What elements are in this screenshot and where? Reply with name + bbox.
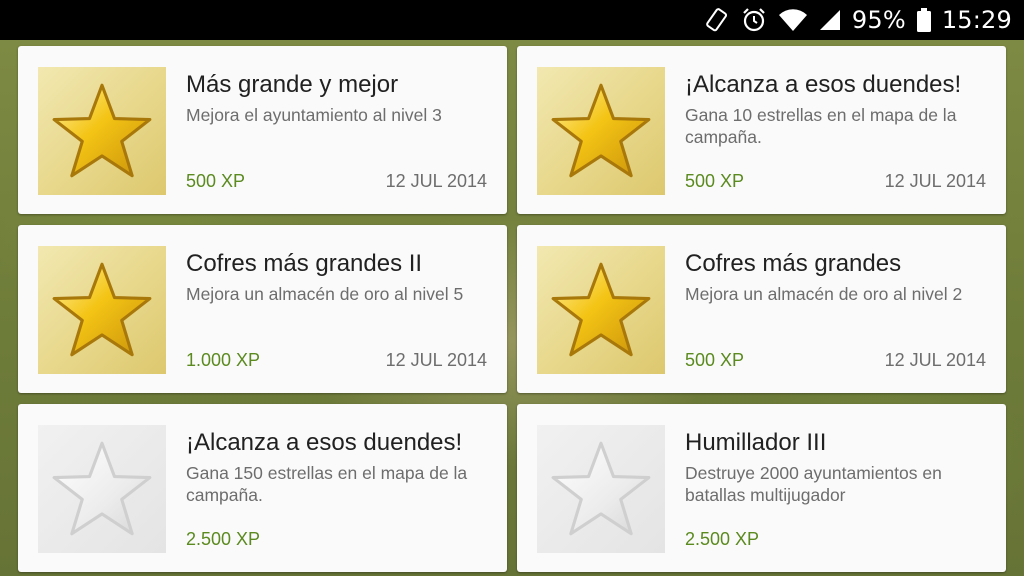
achievement-title: Cofres más grandes	[685, 250, 902, 277]
clock: 15:29	[941, 6, 1012, 34]
achievement-title: ¡Alcanza a esos duendes!	[186, 429, 463, 456]
gold-star-icon	[52, 83, 152, 178]
achievement-thumbnail	[537, 425, 665, 553]
achievement-title: ¡Alcanza a esos duendes!	[685, 71, 962, 98]
achievement-card[interactable]: Más grande y mejor Mejora el ayuntamient…	[18, 46, 507, 214]
screen-rotation-icon	[704, 7, 730, 33]
gold-star-icon	[551, 262, 651, 357]
signal-icon	[818, 8, 842, 32]
achievements-grid: Más grande y mejor Mejora el ayuntamient…	[18, 46, 1006, 572]
achievement-thumbnail	[537, 246, 665, 374]
achievement-date: 12 JUL 2014	[385, 171, 487, 191]
achievement-xp: 2.500 XP	[186, 529, 261, 549]
wifi-icon	[778, 7, 808, 33]
achievement-description: Destruye 2000 ayuntamientos en batallas …	[685, 463, 942, 505]
achievement-xp: 1.000 XP	[186, 350, 261, 370]
gold-star-icon	[52, 262, 152, 357]
battery-icon	[916, 7, 932, 33]
achievement-thumbnail	[38, 246, 166, 374]
achievement-title: Más grande y mejor	[186, 71, 399, 98]
achievement-card[interactable]: Humillador III Destruye 2000 ayuntamient…	[517, 404, 1006, 572]
achievement-title: Humillador III	[685, 429, 827, 456]
achievement-description: Mejora un almacén de oro al nivel 2	[685, 284, 963, 304]
achievement-description: Gana 150 estrellas en el mapa de la camp…	[186, 463, 468, 505]
achievement-card[interactable]: Cofres más grandes II Mejora un almacén …	[18, 225, 507, 393]
achievement-description: Mejora un almacén de oro al nivel 5	[186, 284, 464, 304]
achievement-thumbnail	[537, 67, 665, 195]
achievement-card[interactable]: Cofres más grandes Mejora un almacén de …	[517, 225, 1006, 393]
achievement-card[interactable]: ¡Alcanza a esos duendes! Gana 150 estrel…	[18, 404, 507, 572]
achievement-title: Cofres más grandes II	[186, 250, 423, 277]
achievement-date: 12 JUL 2014	[884, 171, 986, 191]
achievement-description: Gana 10 estrellas en el mapa de la campa…	[685, 105, 957, 147]
achievement-xp: 2.500 XP	[685, 529, 760, 549]
achievement-card[interactable]: ¡Alcanza a esos duendes! Gana 10 estrell…	[517, 46, 1006, 214]
achievement-xp: 500 XP	[685, 350, 745, 370]
locked-star-icon	[52, 441, 152, 536]
battery-percentage: 95%	[851, 6, 906, 34]
achievement-date: 12 JUL 2014	[385, 350, 487, 370]
achievement-description: Mejora el ayuntamiento al nivel 3	[186, 105, 442, 125]
achievement-thumbnail	[38, 425, 166, 553]
gold-star-icon	[551, 83, 651, 178]
status-bar: 95% 15:29	[0, 0, 1024, 40]
achievement-xp: 500 XP	[685, 171, 745, 191]
locked-star-icon	[551, 441, 651, 536]
achievement-date: 12 JUL 2014	[884, 350, 986, 370]
achievement-xp: 500 XP	[186, 171, 246, 191]
alarm-clock-icon	[740, 6, 768, 34]
achievement-thumbnail	[38, 67, 166, 195]
